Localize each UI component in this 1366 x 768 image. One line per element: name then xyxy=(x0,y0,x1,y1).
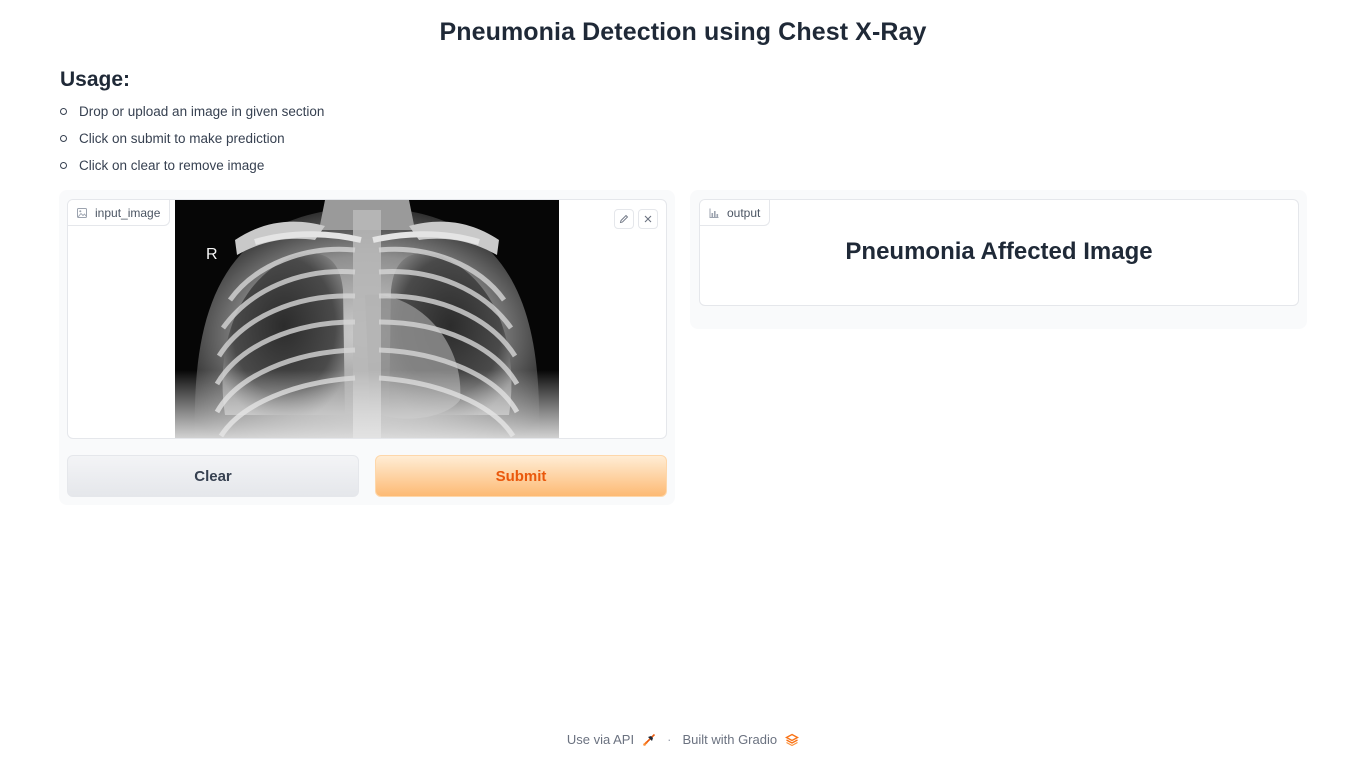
usage-item-text: Click on clear to remove image xyxy=(79,158,265,173)
output-label: output xyxy=(700,200,771,226)
image-input-block[interactable]: input_image R xyxy=(67,199,667,439)
usage-heading: Usage: xyxy=(60,68,131,91)
image-tools xyxy=(614,209,658,229)
xray-graphic xyxy=(175,200,559,438)
rocket-icon xyxy=(642,733,656,747)
submit-button[interactable]: Submit xyxy=(375,455,667,497)
bar-chart-icon xyxy=(709,208,719,218)
gradio-logo-icon xyxy=(785,733,800,747)
edit-image-button[interactable] xyxy=(614,209,634,229)
chest-xray-image: R xyxy=(175,200,559,438)
input-image-label-text: input_image xyxy=(95,205,161,220)
prediction-result: Pneumonia Affected Image xyxy=(845,238,1153,265)
output-label-text: output xyxy=(727,205,761,220)
usage-item: Drop or upload an image in given section xyxy=(60,102,324,129)
usage-item: Click on clear to remove image xyxy=(60,156,324,183)
bullet-icon xyxy=(60,135,67,142)
usage-item-text: Drop or upload an image in given section xyxy=(79,104,325,119)
usage-item-text: Click on submit to make prediction xyxy=(79,131,285,146)
xray-side-marker: R xyxy=(206,246,218,263)
bullet-icon xyxy=(60,108,67,115)
footer-separator: · xyxy=(667,732,672,747)
bullet-icon xyxy=(60,162,67,169)
pencil-icon xyxy=(619,214,629,224)
clear-image-button[interactable] xyxy=(638,209,658,229)
image-icon xyxy=(77,207,87,218)
footer: Use via API · Built with Gradio xyxy=(0,732,1366,747)
built-with-gradio-link[interactable]: Built with Gradio xyxy=(682,732,777,747)
usage-list: Drop or upload an image in given section… xyxy=(60,102,324,183)
page-title: Pneumonia Detection using Chest X-Ray xyxy=(439,18,927,46)
close-icon xyxy=(643,214,653,224)
input-panel: input_image R Clear Submit xyxy=(59,190,675,505)
clear-button[interactable]: Clear xyxy=(67,455,359,497)
usage-item: Click on submit to make prediction xyxy=(60,129,324,156)
input-image-label: input_image xyxy=(68,200,171,226)
output-block: output Pneumonia Affected Image xyxy=(699,199,1299,306)
use-via-api-link[interactable]: Use via API xyxy=(567,732,634,747)
usage-section: Usage: Drop or upload an image in given … xyxy=(60,68,324,183)
output-panel: output Pneumonia Affected Image xyxy=(690,190,1307,329)
